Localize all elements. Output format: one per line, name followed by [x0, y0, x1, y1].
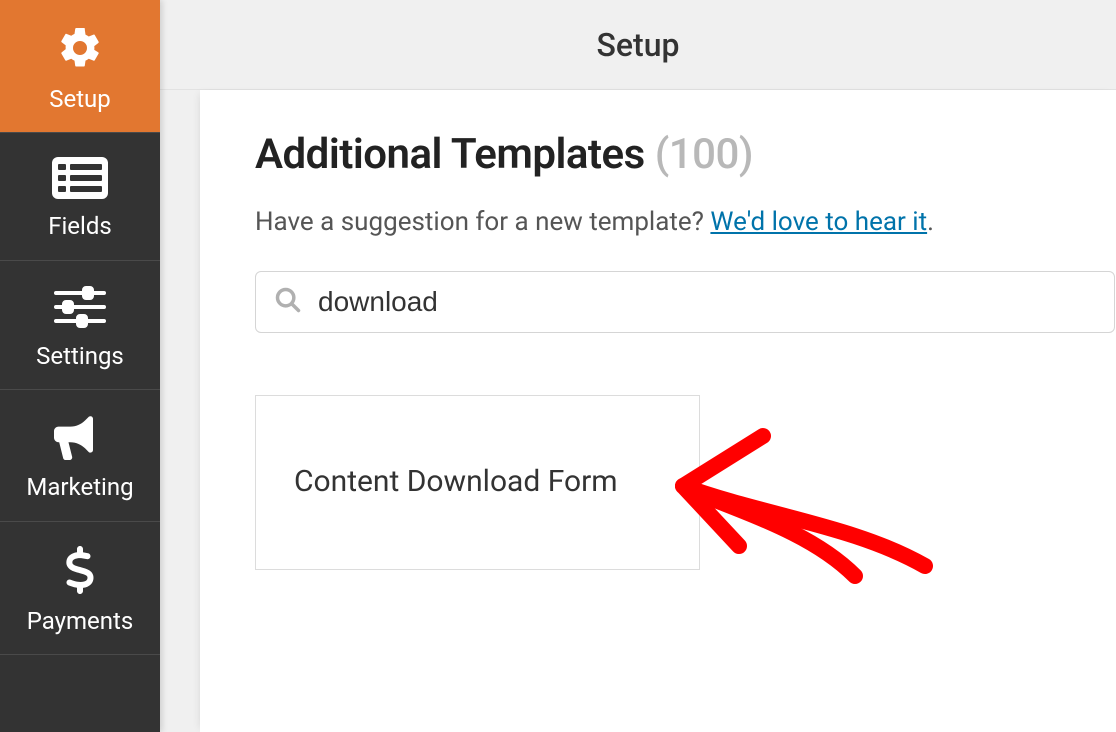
sidebar-item-marketing[interactable]: Marketing — [0, 390, 160, 521]
content-panel: Additional Templates (100) Have a sugges… — [200, 90, 1116, 732]
sidebar-item-label: Payments — [27, 608, 134, 634]
main-area: Setup Additional Templates (100) Have a … — [160, 0, 1116, 732]
sidebar-item-label: Fields — [48, 213, 112, 239]
bullhorn-icon — [54, 414, 106, 460]
sidebar-nav: Setup Fields Settings Marketing — [0, 0, 160, 732]
template-title: Content Download Form — [294, 462, 618, 503]
suggestion-text: Have a suggestion for a new template? — [255, 207, 710, 237]
sliders-icon — [54, 285, 106, 329]
app-root: Setup Fields Settings Marketing — [0, 0, 1116, 732]
page-title: Setup — [597, 26, 680, 64]
suggestion-suffix: . — [927, 207, 934, 237]
sidebar-item-settings[interactable]: Settings — [0, 261, 160, 390]
page-header: Setup — [160, 0, 1116, 90]
template-search[interactable] — [255, 271, 1115, 333]
templates-count: (100) — [655, 130, 753, 179]
template-card[interactable]: Content Download Form — [255, 395, 700, 570]
templates-heading-text: Additional Templates — [255, 130, 645, 179]
list-icon — [52, 157, 108, 199]
templates-heading: Additional Templates (100) — [255, 130, 1116, 179]
suggestion-line: Have a suggestion for a new template? We… — [255, 207, 1116, 237]
sidebar-item-setup[interactable]: Setup — [0, 0, 160, 133]
sidebar-item-label: Settings — [36, 343, 124, 369]
sidebar-item-payments[interactable]: Payments — [0, 522, 160, 655]
suggestion-link[interactable]: We'd love to hear it — [710, 207, 927, 237]
gear-icon — [56, 24, 104, 72]
search-input[interactable] — [318, 286, 1096, 318]
sidebar-item-label: Setup — [49, 86, 111, 112]
search-icon — [274, 286, 302, 318]
dollar-icon — [65, 546, 95, 594]
sidebar-item-fields[interactable]: Fields — [0, 133, 160, 260]
sidebar-item-label: Marketing — [26, 474, 133, 500]
